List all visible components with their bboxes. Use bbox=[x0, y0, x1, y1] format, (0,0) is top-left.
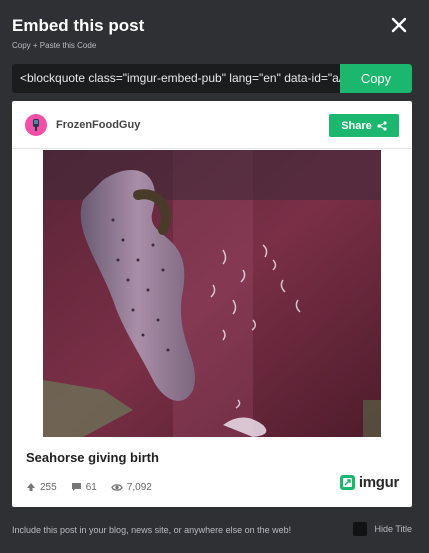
embed-code-text[interactable]: <blockquote class="imgur-embed-pub" lang… bbox=[20, 71, 350, 85]
hide-title-checkbox[interactable] bbox=[353, 522, 368, 536]
avatar[interactable] bbox=[25, 114, 47, 136]
post-image[interactable] bbox=[43, 150, 381, 437]
upvote-count: 255 bbox=[40, 481, 57, 493]
dialog-subtitle: Copy + Paste this Code bbox=[12, 41, 97, 50]
post-title[interactable]: Seahorse giving birth bbox=[26, 450, 159, 465]
post-media-area[interactable] bbox=[12, 150, 412, 437]
comment-count: 61 bbox=[85, 481, 97, 493]
views-count: 7,092 bbox=[126, 481, 152, 493]
card-header: FrozenFoodGuy Share bbox=[12, 101, 412, 149]
share-button[interactable]: Share bbox=[329, 114, 399, 137]
share-label: Share bbox=[341, 119, 372, 132]
imgur-wordmark: imgur bbox=[358, 474, 399, 491]
close-icon bbox=[391, 17, 407, 33]
comment-stat: 61 bbox=[71, 482, 97, 493]
embed-preview-card: FrozenFoodGuy Share Seahorse giving birt… bbox=[12, 101, 412, 507]
hide-title-toggle[interactable]: Hide Title bbox=[353, 522, 412, 536]
upvote-icon bbox=[27, 483, 35, 491]
eye-icon bbox=[111, 483, 123, 491]
comment-icon bbox=[71, 483, 81, 491]
footer-description: Include this post in your blog, news sit… bbox=[12, 525, 292, 535]
hide-title-label: Hide Title bbox=[374, 524, 412, 534]
embed-code-field[interactable]: <blockquote class="imgur-embed-pub" lang… bbox=[12, 64, 412, 93]
avatar-icon bbox=[33, 119, 39, 131]
post-stats: 255 61 7,092 bbox=[26, 480, 152, 494]
views-stat: 7,092 bbox=[111, 482, 152, 493]
dialog-title: Embed this post bbox=[12, 16, 145, 35]
imgur-brand-link[interactable]: imgur bbox=[339, 474, 399, 491]
username-link[interactable]: FrozenFoodGuy bbox=[56, 119, 140, 131]
close-button[interactable] bbox=[389, 15, 409, 35]
share-icon bbox=[377, 120, 387, 131]
upvote-stat: 255 bbox=[26, 482, 57, 493]
imgur-logo-icon bbox=[339, 475, 355, 490]
copy-button[interactable]: Copy bbox=[340, 64, 412, 93]
